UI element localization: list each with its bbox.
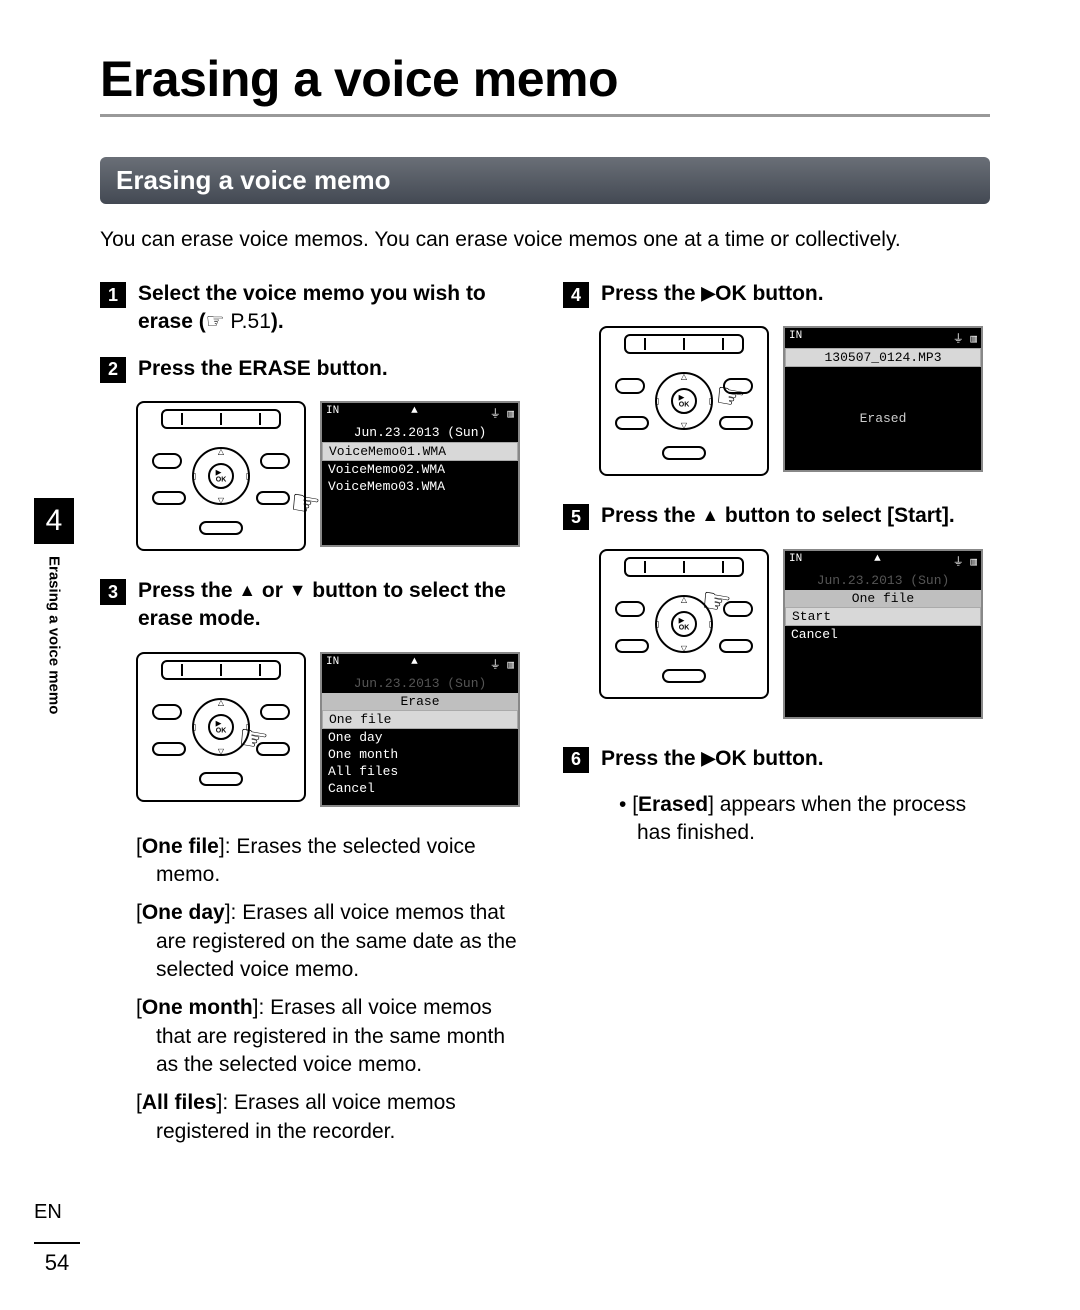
intro-text: You can erase voice memos. You can erase… bbox=[100, 228, 990, 252]
figure-step-2: ▶OK△▽▯▯ ☜ IN▲⏚ ▥ Jun.23.2013 (Sun) Voice… bbox=[136, 401, 527, 551]
step-number: 6 bbox=[563, 747, 589, 773]
chapter-tab: 4 Erasing a voice memo bbox=[34, 498, 74, 714]
step-4: 4 Press the ▶OK button. bbox=[563, 280, 990, 308]
step-text: Press the ▶OK button. bbox=[601, 280, 824, 308]
figure-step-5: ▶OK△▽▯▯ ☜ IN▲⏚ ▥ Jun.23.2013 (Sun) One f… bbox=[599, 549, 990, 719]
device-illustration: ▶OK△▽▯▯ ☜ bbox=[136, 401, 306, 551]
step-text: Press the ▲ button to select [Start]. bbox=[601, 502, 955, 530]
erase-mode-descriptions: [One file]: Erases the selected voice me… bbox=[136, 833, 527, 1146]
pointer-hand-icon: ☜ bbox=[712, 378, 748, 417]
page-title: Erasing a voice memo bbox=[100, 50, 990, 117]
step-number: 2 bbox=[100, 357, 126, 383]
lcd-screen-4: IN⏚ ▥ 130507_0124.MP3 Erased bbox=[783, 326, 983, 472]
step-number: 4 bbox=[563, 282, 589, 308]
figure-step-4: ▶OK△▽▯▯ ☜ IN⏚ ▥ 130507_0124.MP3 Erased bbox=[599, 326, 990, 476]
right-column: 4 Press the ▶OK button. ▶OK△▽▯▯ ☜ IN⏚ ▥ … bbox=[563, 280, 990, 1156]
step-text: Press the ERASE button. bbox=[138, 355, 388, 383]
pointer-hand-icon: ☜ bbox=[287, 485, 323, 524]
lcd-screen-5: IN▲⏚ ▥ Jun.23.2013 (Sun) One file Start … bbox=[783, 549, 983, 719]
lcd-screen-2: IN▲⏚ ▥ Jun.23.2013 (Sun) VoiceMemo01.WMA… bbox=[320, 401, 520, 547]
step-3: 3 Press the ▲ or ▼ button to select the … bbox=[100, 577, 527, 634]
step-text: Select the voice memo you wish to erase … bbox=[138, 280, 527, 337]
step-2: 2 Press the ERASE button. bbox=[100, 355, 527, 383]
step-1: 1 Select the voice memo you wish to eras… bbox=[100, 280, 527, 337]
lcd-screen-3: IN▲⏚ ▥ Jun.23.2013 (Sun) Erase One file … bbox=[320, 652, 520, 807]
left-column: 1 Select the voice memo you wish to eras… bbox=[100, 280, 527, 1156]
language-label: EN bbox=[34, 1201, 80, 1224]
pointer-hand-icon: ☜ bbox=[698, 582, 734, 621]
page-number: 54 bbox=[34, 1242, 80, 1276]
page-footer: EN 54 bbox=[34, 1201, 80, 1276]
chapter-number: 4 bbox=[34, 498, 74, 544]
chapter-label: Erasing a voice memo bbox=[46, 556, 63, 714]
step-number: 3 bbox=[100, 579, 126, 605]
step-text: Press the ▶OK button. bbox=[601, 745, 824, 773]
figure-step-3: ▶OK△▽▯▯ ☜ IN▲⏚ ▥ Jun.23.2013 (Sun) Erase… bbox=[136, 652, 527, 807]
section-header: Erasing a voice memo bbox=[100, 157, 990, 204]
step-6: 6 Press the ▶OK button. bbox=[563, 745, 990, 773]
step-5: 5 Press the ▲ button to select [Start]. bbox=[563, 502, 990, 530]
device-illustration: ▶OK△▽▯▯ ☜ bbox=[136, 652, 306, 802]
step-number: 1 bbox=[100, 282, 126, 308]
step-6-note: [Erased] appears when the process has fi… bbox=[619, 791, 990, 848]
device-illustration: ▶OK△▽▯▯ ☜ bbox=[599, 326, 769, 476]
device-illustration: ▶OK△▽▯▯ ☜ bbox=[599, 549, 769, 699]
step-text: Press the ▲ or ▼ button to select the er… bbox=[138, 577, 527, 634]
step-number: 5 bbox=[563, 504, 589, 530]
pointer-hand-icon: ☜ bbox=[235, 719, 271, 758]
